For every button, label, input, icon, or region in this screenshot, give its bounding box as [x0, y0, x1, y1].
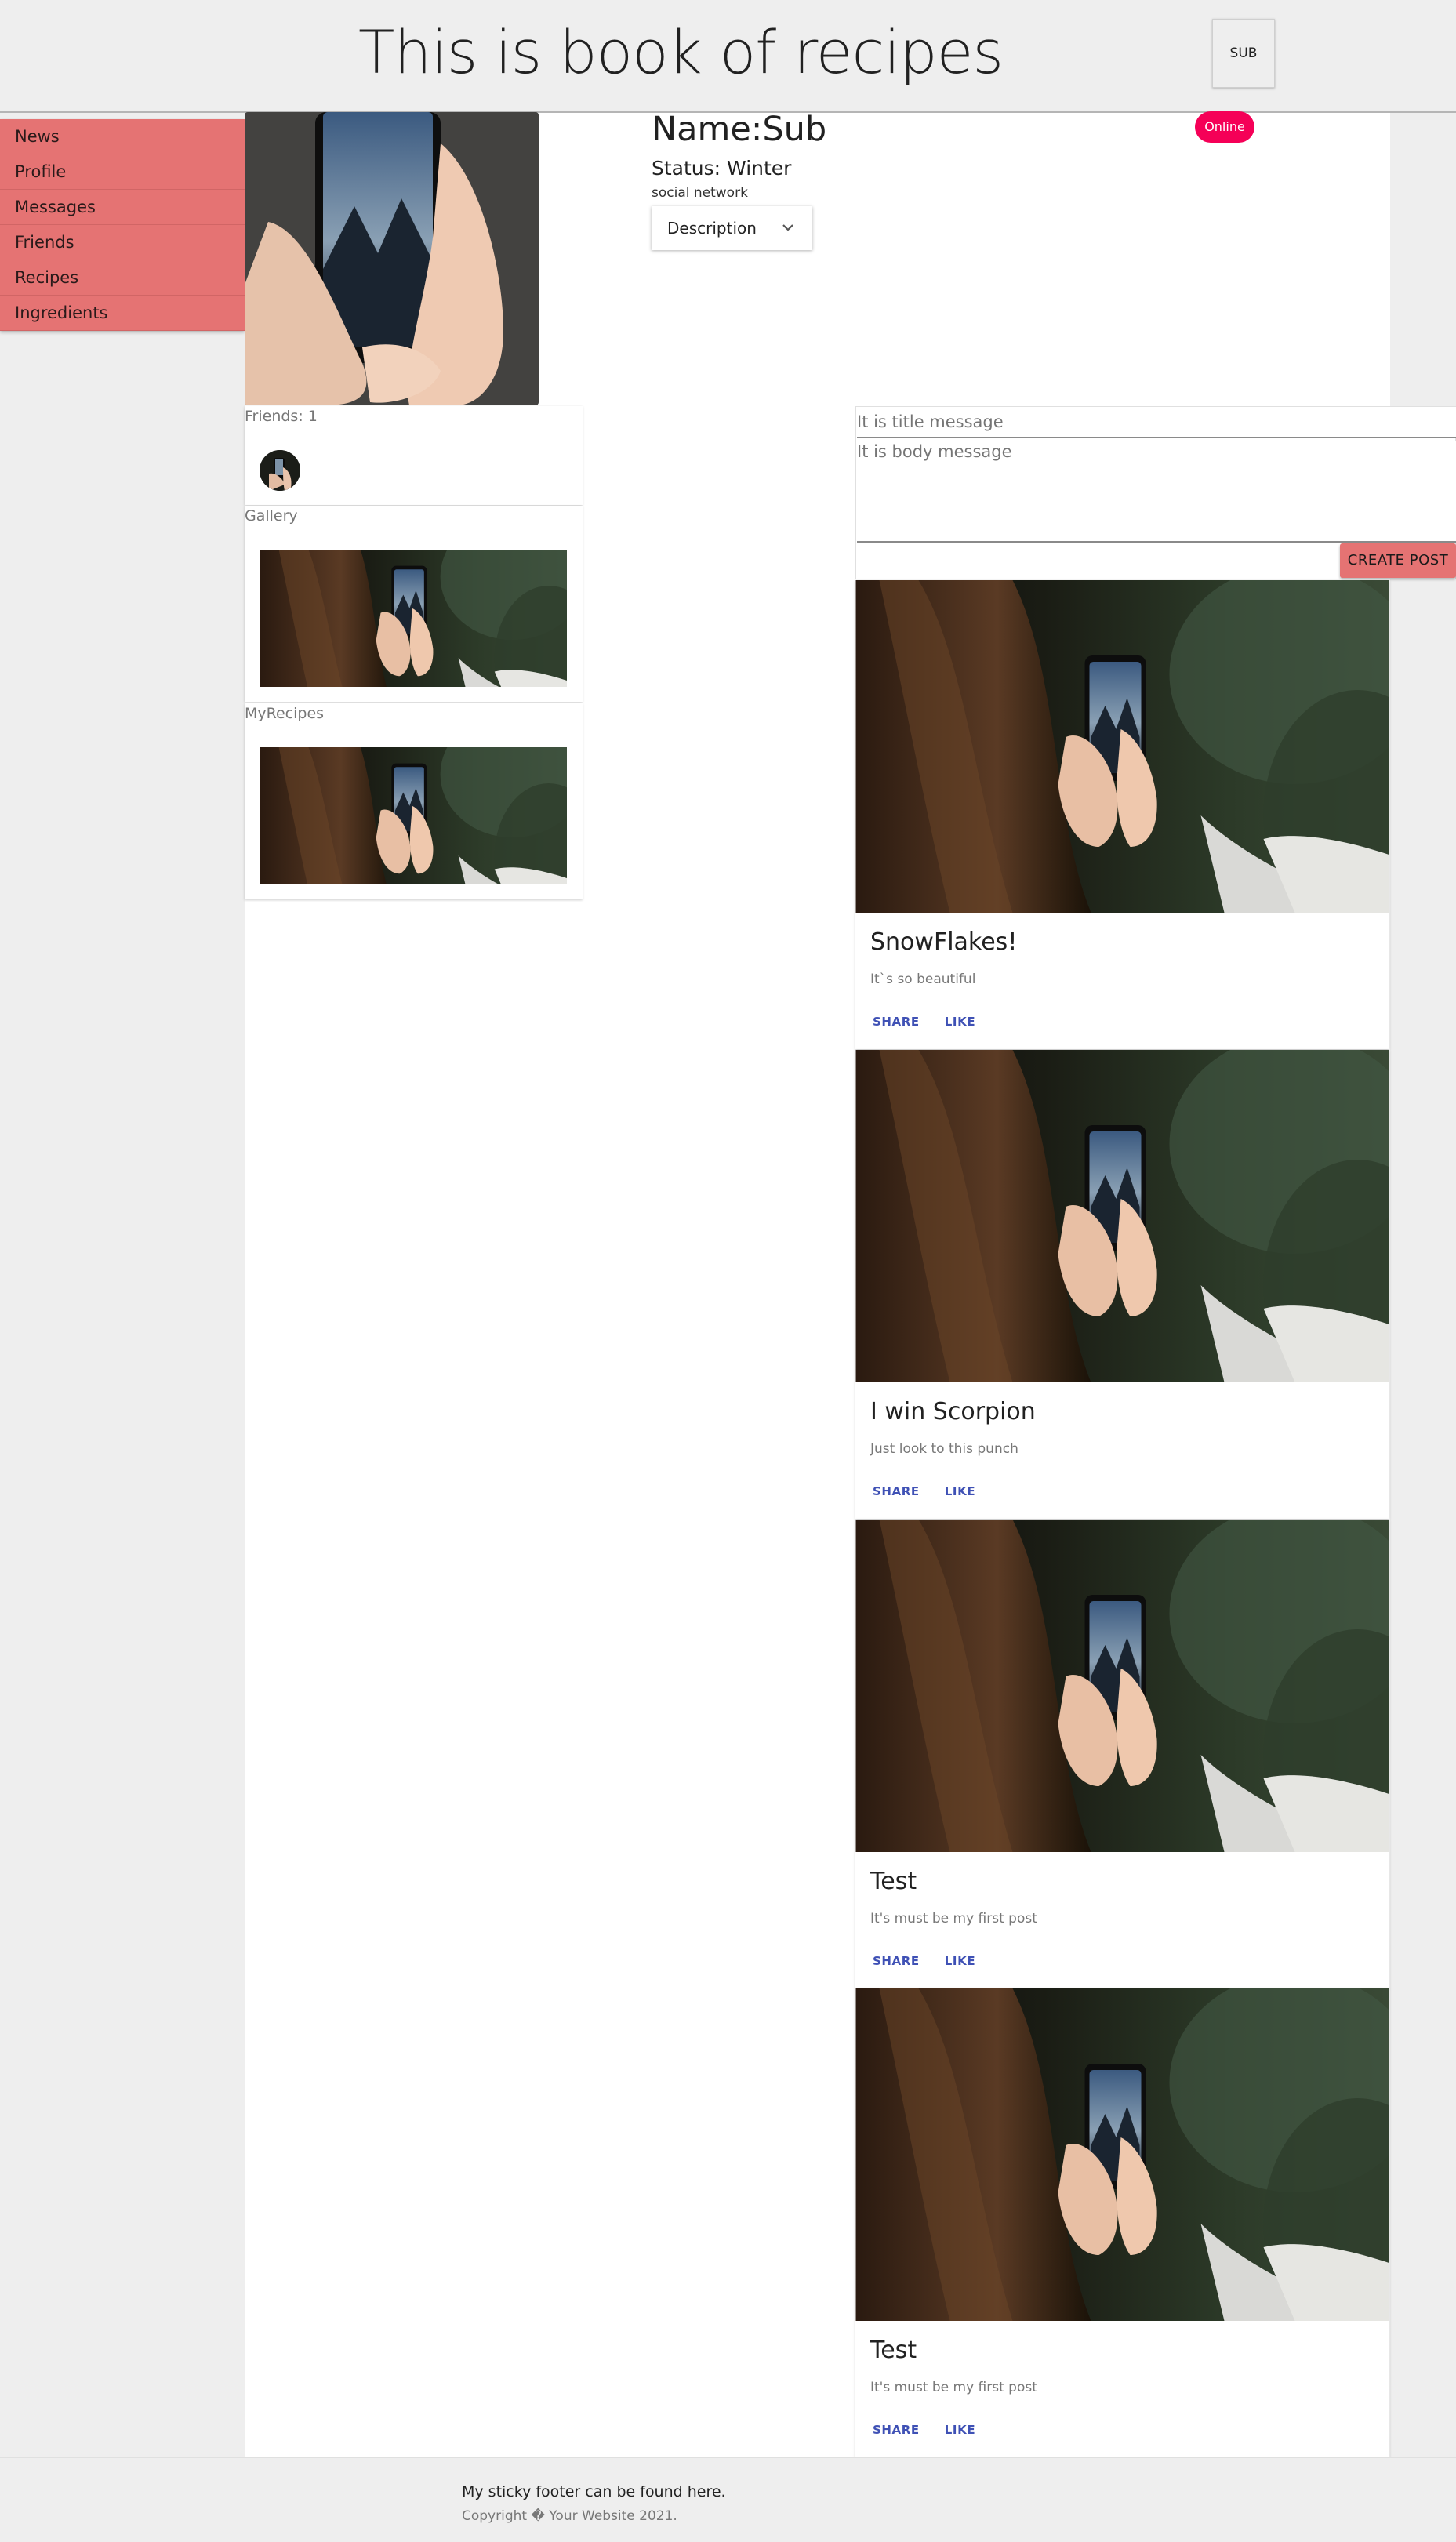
post-actions: SHARE LIKE: [863, 2415, 985, 2445]
like-button[interactable]: LIKE: [935, 1946, 985, 1976]
post-body: It's must be my first post: [870, 1911, 1037, 1926]
page-footer: My sticky footer can be found here. Copy…: [0, 2457, 1456, 2542]
post-card: Test It's must be my first post SHARE LI…: [855, 1520, 1389, 1988]
post-title: I win Scorpion: [870, 1398, 1036, 1425]
post-card: Test It's must be my first post SHARE LI…: [855, 1988, 1389, 2457]
post-card: SnowFlakes! It`s so beautiful SHARE LIKE: [855, 580, 1389, 1049]
post-actions: SHARE LIKE: [863, 1476, 985, 1506]
like-button[interactable]: LIKE: [935, 2415, 985, 2445]
post-image: [855, 1520, 1389, 1852]
post-title-input[interactable]: [857, 407, 1456, 438]
description-dropdown[interactable]: Description: [652, 206, 812, 250]
sidebar-item-recipes[interactable]: Recipes: [0, 260, 245, 296]
friends-label: Friends: 1: [245, 408, 318, 425]
sidebar-item-messages[interactable]: Messages: [0, 190, 245, 225]
app-header: This is book of recipes SUB: [0, 0, 1456, 113]
chevron-down-icon: [781, 206, 795, 250]
share-button[interactable]: SHARE: [863, 2415, 929, 2445]
footer-copyright: Copyright � Your Website 2021.: [462, 2508, 677, 2524]
post-actions: SHARE LIKE: [863, 1007, 985, 1037]
post-image: [855, 1050, 1389, 1382]
post-title: Test: [870, 2337, 917, 2364]
post-image: [855, 1988, 1389, 2321]
post-body-input[interactable]: [857, 441, 1456, 543]
sidebar-background: [0, 113, 245, 2457]
share-button[interactable]: SHARE: [863, 1007, 929, 1037]
post-body: Just look to this punch: [870, 1441, 1018, 1457]
friend-avatar[interactable]: [260, 450, 300, 491]
post-title: SnowFlakes!: [870, 928, 1018, 956]
share-button[interactable]: SHARE: [863, 1476, 929, 1506]
sidebar-item-news[interactable]: News: [0, 119, 245, 154]
create-post-button[interactable]: CREATE POST: [1340, 543, 1456, 578]
page-title: This is book of recipes: [358, 17, 1004, 87]
sidebar-nav: News Profile Messages Friends Recipes In…: [0, 119, 245, 331]
post-actions: SHARE LIKE: [863, 1946, 985, 1976]
profile-status: Status: Winter: [652, 157, 792, 180]
sidebar-item-ingredients[interactable]: Ingredients: [0, 296, 245, 331]
my-recipes-label: MyRecipes: [245, 705, 325, 722]
my-recipe-image[interactable]: [260, 747, 567, 884]
post-card: I win Scorpion Just look to this punch S…: [855, 1050, 1389, 1519]
user-button[interactable]: SUB: [1212, 19, 1275, 88]
footer-text: My sticky footer can be found here.: [462, 2483, 726, 2500]
like-button[interactable]: LIKE: [935, 1476, 985, 1506]
post-title: Test: [870, 1868, 917, 1895]
post-image: [855, 580, 1389, 913]
share-button[interactable]: SHARE: [863, 1946, 929, 1976]
profile-name: Name:Sub: [652, 110, 827, 149]
post-body: It's must be my first post: [870, 2380, 1037, 2395]
gallery-label: Gallery: [245, 507, 298, 525]
sidebar-item-profile[interactable]: Profile: [0, 154, 245, 190]
online-status-badge: Online: [1195, 111, 1254, 143]
sidebar-item-friends[interactable]: Friends: [0, 225, 245, 260]
profile-network: social network: [652, 185, 748, 201]
gallery-image[interactable]: [260, 550, 567, 687]
description-label: Description: [667, 219, 757, 238]
like-button[interactable]: LIKE: [935, 1007, 985, 1037]
profile-avatar: [245, 112, 539, 405]
post-body: It`s so beautiful: [870, 971, 976, 987]
